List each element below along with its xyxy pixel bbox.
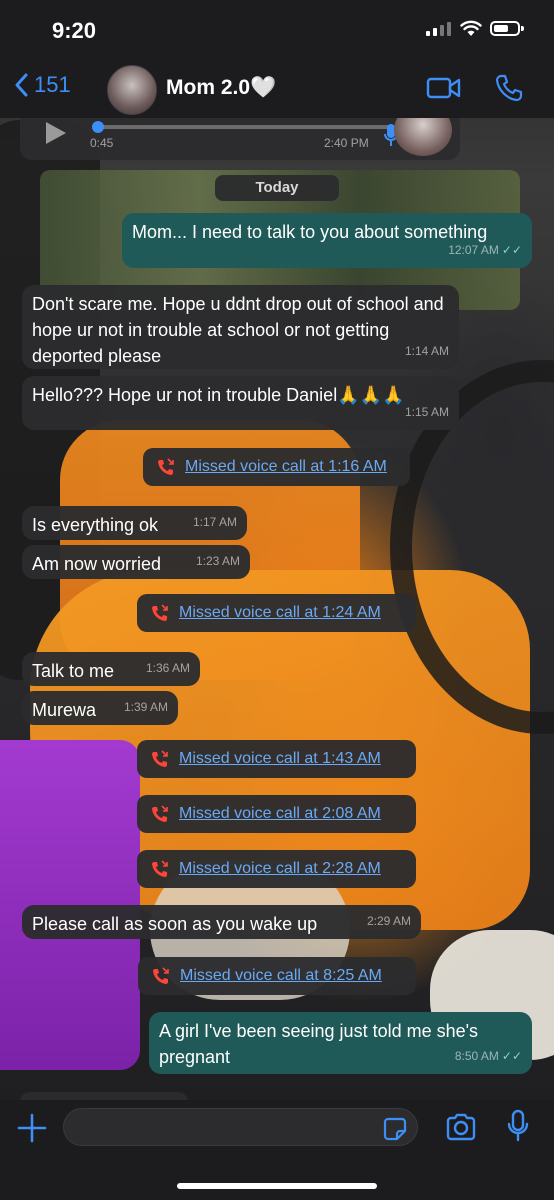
message-time: 1:39 AM [123,700,168,714]
sticker-icon[interactable] [383,1117,407,1141]
date-separator: Today [215,175,339,201]
read-receipt-icon: ✓✓ [501,243,522,257]
message-time: 1:23 AM [195,554,240,568]
sender-avatar [394,118,452,156]
home-indicator [177,1183,377,1189]
missed-call-notice[interactable]: Missed voice call at 2:28 AM [137,850,416,888]
chevron-left-icon [15,73,28,97]
message-time: 1:17 AM [192,515,237,529]
unread-count: 151 [34,72,71,97]
missed-call-text: Missed voice call at 1:24 AM [179,604,381,621]
message-text: Please call as soon as you wake up [32,914,318,934]
message-input[interactable] [63,1108,418,1146]
message-list[interactable]: 0:45 2:40 PM Today Mom... I need to talk… [0,118,554,1100]
contact-avatar[interactable] [107,65,157,115]
message-bubble-incoming[interactable]: Don't scare me. Hope u ddnt drop out of … [22,285,459,369]
voice-duration: 0:45 [90,136,114,150]
message-time: 8:50 AM [454,1049,499,1063]
message-bubble-outgoing[interactable]: Mom... I need to talk to you about somet… [122,213,532,268]
missed-call-notice[interactable]: Missed voice call at 1:43 AM [137,740,416,778]
missed-call-icon [152,860,168,877]
message-text: A girl I've been seeing just told me she… [159,1021,479,1067]
message-text: Am now worried [32,554,162,574]
voice-time: 2:40 PM [324,136,369,150]
phone-call-icon[interactable] [494,73,524,103]
missed-call-text: Missed voice call at 2:08 AM [179,805,381,822]
read-receipt-icon: ✓✓ [501,1049,522,1063]
missed-call-icon [152,750,168,767]
message-bubble-incoming[interactable]: Am now worried 1:23 AM [22,545,250,579]
message-time: 2:29 AM [366,914,411,928]
missed-call-icon [152,604,168,621]
back-button[interactable]: 151 [14,72,71,98]
message-bubble-outgoing[interactable]: A girl I've been seeing just told me she… [149,1012,532,1074]
status-time: 9:20 [52,18,97,43]
missed-call-text: Missed voice call at 8:25 AM [180,967,382,984]
status-bar: 9:20 [0,0,554,60]
plus-icon[interactable] [16,1112,48,1144]
missed-call-icon [152,805,168,822]
input-bar [0,1100,554,1200]
microphone-icon[interactable] [506,1109,530,1143]
partial-message-bubble [20,1092,188,1100]
missed-call-notice[interactable]: Missed voice call at 1:16 AM [143,448,410,486]
battery-icon [490,21,524,36]
message-time: 1:15 AM [404,405,449,419]
message-bubble-incoming[interactable]: Talk to me 1:36 AM [22,652,200,686]
message-text: Murewa [32,700,97,720]
message-bubble-incoming[interactable]: Please call as soon as you wake up 2:29 … [22,905,421,939]
wifi-icon [460,20,482,36]
message-bubble-incoming[interactable]: Hello??? Hope ur not in trouble Daniel🙏🙏… [22,376,459,430]
voice-progress-track[interactable] [92,121,390,133]
message-bubble-incoming[interactable]: Murewa 1:39 AM [22,691,178,725]
camera-icon[interactable] [445,1113,477,1141]
missed-call-notice[interactable]: Missed voice call at 1:24 AM [137,594,416,632]
message-time: 12:07 AM [448,243,499,257]
message-text: Hello??? Hope ur not in trouble Daniel🙏🙏… [32,385,405,405]
missed-call-text: Missed voice call at 1:43 AM [179,750,381,767]
play-icon[interactable] [46,122,66,144]
missed-call-icon [158,458,174,475]
voice-progress-handle[interactable] [92,121,104,133]
missed-call-text: Missed voice call at 1:16 AM [185,458,387,475]
voice-message[interactable]: 0:45 2:40 PM [20,118,460,160]
chat-header: 151 Mom 2.0🤍 [0,60,554,118]
message-text: Is everything ok [32,515,159,535]
message-text: Mom... I need to talk to you about somet… [132,222,488,242]
message-bubble-incoming[interactable]: Is everything ok 1:17 AM [22,506,247,540]
missed-call-icon [153,967,169,984]
message-time: 1:14 AM [404,344,449,358]
missed-call-notice[interactable]: Missed voice call at 8:25 AM [138,957,416,995]
cellular-signal-icon [426,22,451,36]
message-time: 1:36 AM [145,661,190,675]
message-text: Don't scare me. Hope u ddnt drop out of … [32,294,444,366]
contact-name[interactable]: Mom 2.0🤍 [166,76,276,100]
missed-call-notice[interactable]: Missed voice call at 2:08 AM [137,795,416,833]
message-text: Talk to me [32,661,115,681]
video-call-icon[interactable] [426,76,462,100]
missed-call-text: Missed voice call at 2:28 AM [179,860,381,877]
